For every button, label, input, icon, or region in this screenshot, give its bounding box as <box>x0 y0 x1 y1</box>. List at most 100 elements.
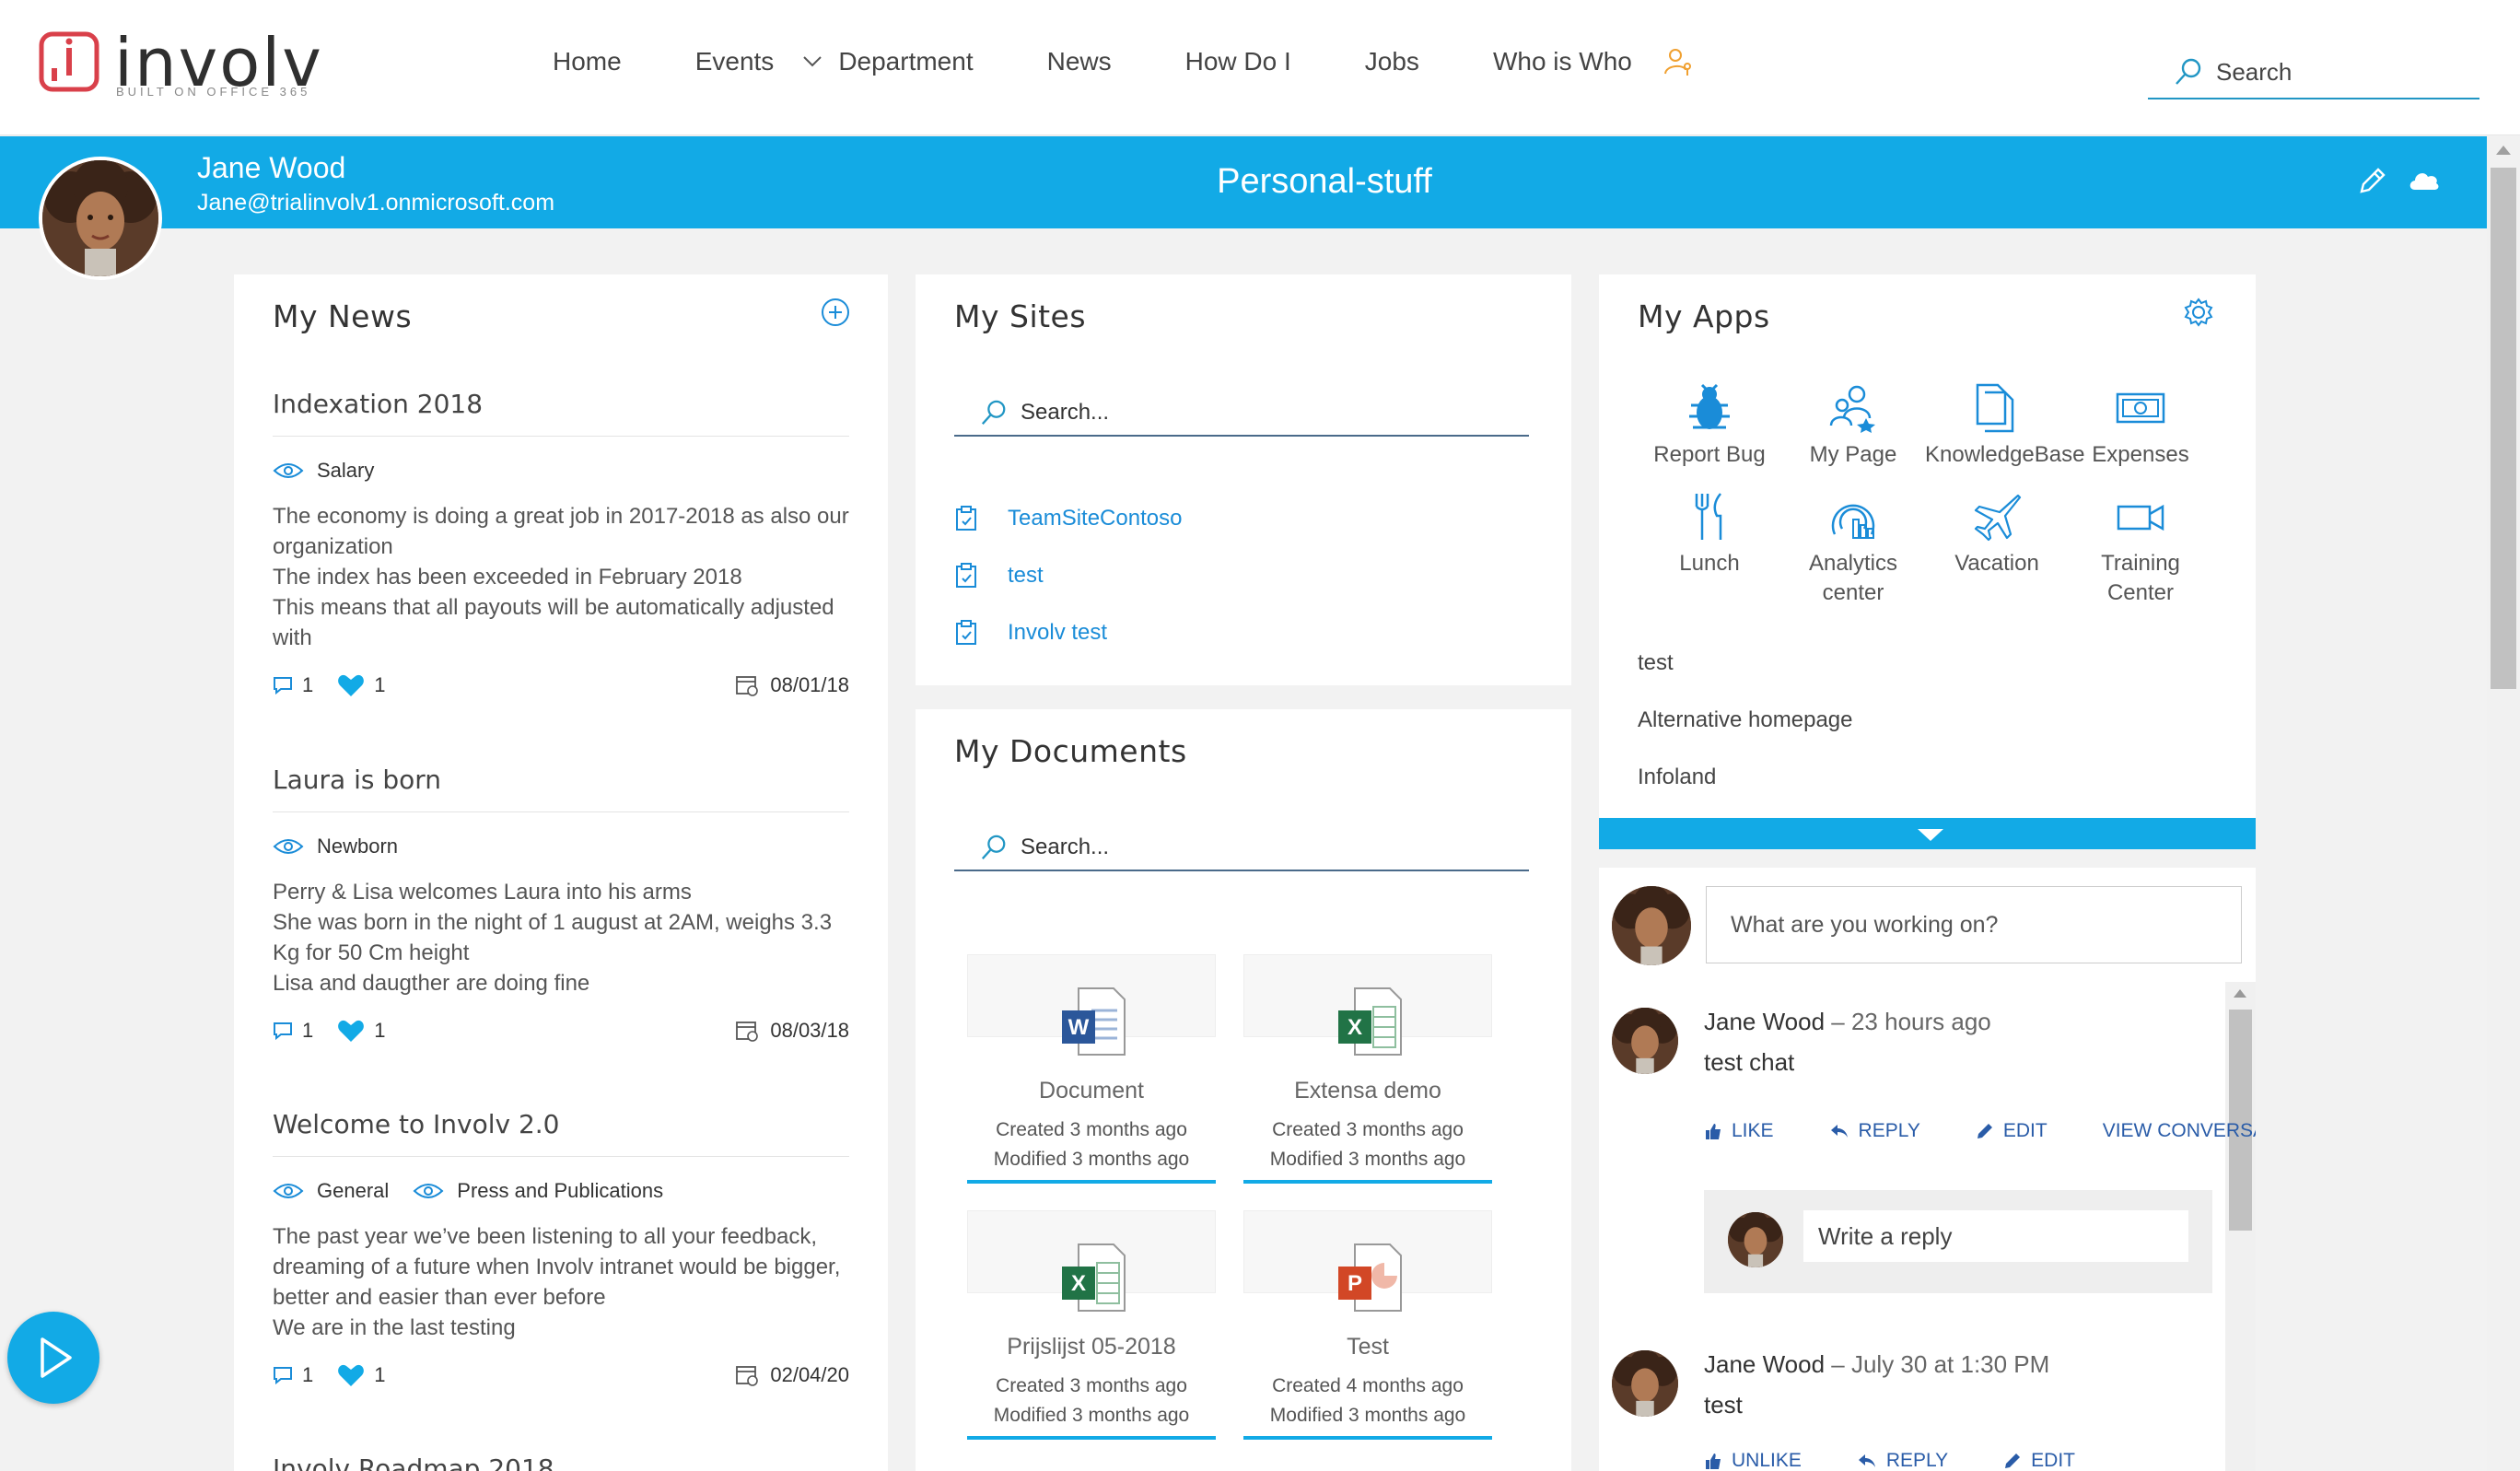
document-underline <box>967 1180 1216 1184</box>
post-header: Jane Wood – 23 hours ago <box>1704 1008 1991 1036</box>
edit-action[interactable]: EDIT <box>1976 1120 2075 1142</box>
heart-icon[interactable] <box>337 1019 365 1043</box>
document-thumbnail: X <box>1243 954 1492 1056</box>
app-label: Report Bug <box>1653 442 1766 467</box>
reply-action[interactable]: REPLY <box>1829 1120 1948 1142</box>
app-link-test[interactable]: test <box>1638 650 1674 676</box>
pencil-icon <box>2005 1453 2021 1468</box>
nav-home[interactable]: Home <box>553 47 622 76</box>
excel-file-icon: X <box>1338 987 1402 1056</box>
nav-events[interactable]: Events <box>695 47 775 76</box>
news-item[interactable]: Involv Roadmap 2018 <box>273 1453 849 1471</box>
composer-input[interactable]: What are you working on? <box>1706 886 2242 963</box>
app-link-infoland[interactable]: Infoland <box>1638 765 1716 790</box>
nav-who-is-who[interactable]: Who is Who <box>1493 46 1695 77</box>
cloud-icon[interactable] <box>2408 168 2441 193</box>
like-action[interactable]: LIKE <box>1704 1120 1802 1142</box>
document-info: Created 3 months ago Modified 3 months a… <box>967 1115 1216 1174</box>
bug-icon <box>1689 383 1730 429</box>
document-name: Extensa demo <box>1294 1078 1441 1103</box>
global-search-input[interactable] <box>2216 57 2474 87</box>
nav-news[interactable]: News <box>1047 47 1112 76</box>
news-title[interactable]: Involv Roadmap 2018 <box>273 1453 849 1471</box>
site-link[interactable]: Involv test <box>954 619 1107 647</box>
involv-logo[interactable]: involv BUILT ON OFFICE 365 <box>39 29 323 99</box>
play-tour-button[interactable] <box>7 1312 99 1404</box>
global-search[interactable] <box>2148 46 2479 99</box>
sites-search[interactable] <box>954 391 1529 437</box>
document-name: Test <box>1347 1334 1389 1360</box>
comment-icon[interactable] <box>273 676 293 695</box>
like-count: 1 <box>374 673 386 696</box>
scroll-up-arrow[interactable] <box>2496 146 2511 155</box>
post-author[interactable]: Jane Wood <box>1704 1008 1825 1035</box>
comment-icon[interactable] <box>273 1022 293 1040</box>
app-report-bug[interactable]: Report Bug <box>1638 383 1781 470</box>
document-info: Created 3 months ago Modified 3 months a… <box>1243 1115 1492 1174</box>
analytics-icon <box>1831 504 1875 539</box>
news-item[interactable]: Laura is born Newborn Perry & Lisa welco… <box>273 765 849 1043</box>
pencil-icon[interactable] <box>2356 166 2387 197</box>
news-item[interactable]: Welcome to Involv 2.0 General Press and … <box>273 1109 849 1387</box>
post-avatar[interactable] <box>1612 1008 1678 1074</box>
document-tile[interactable]: W Document Created 3 months ago Modified… <box>967 954 1216 1184</box>
sites-search-input[interactable] <box>1021 400 1518 426</box>
document-modified: Modified 3 months ago <box>1269 1405 1466 1426</box>
news-tag[interactable]: Press and Publications <box>413 1179 663 1203</box>
news-tag[interactable]: Salary <box>273 459 374 483</box>
search-icon <box>2176 58 2201 85</box>
document-tile[interactable]: P Test Created 4 months ago Modified 3 m… <box>1243 1210 1492 1440</box>
unlike-action[interactable]: UNLIKE <box>1704 1450 1829 1471</box>
feed-scrollbar[interactable] <box>2225 982 2256 1471</box>
heart-icon[interactable] <box>337 1363 365 1387</box>
app-link-alternative-homepage[interactable]: Alternative homepage <box>1638 707 1852 733</box>
calendar-icon <box>736 1366 759 1386</box>
gear-icon[interactable] <box>2183 297 2214 328</box>
news-tag-label: Salary <box>317 459 375 482</box>
heart-icon[interactable] <box>337 673 365 697</box>
app-vacation[interactable]: Vacation <box>1925 492 2069 578</box>
nav-how-do-i[interactable]: How Do I <box>1185 47 1291 76</box>
app-expenses[interactable]: Expenses <box>2069 383 2212 470</box>
news-title[interactable]: Indexation 2018 <box>273 389 849 437</box>
comment-icon[interactable] <box>273 1366 293 1384</box>
avatar-photo <box>1612 1350 1678 1417</box>
news-body-line: The index has been exceeded in February … <box>273 565 742 590</box>
nav-department[interactable]: Department <box>801 47 974 76</box>
comment-count: 1 <box>302 1363 314 1386</box>
post-author[interactable]: Jane Wood <box>1704 1350 1825 1378</box>
post-avatar[interactable] <box>1612 1350 1678 1417</box>
nav-jobs[interactable]: Jobs <box>1365 47 1419 76</box>
page-scrollbar[interactable] <box>2487 136 2520 1471</box>
avatar-photo <box>42 160 158 276</box>
news-tag[interactable]: Newborn <box>273 835 398 858</box>
site-link[interactable]: TeamSiteContoso <box>954 505 1182 532</box>
news-title[interactable]: Laura is born <box>273 765 849 812</box>
site-link[interactable]: test <box>954 562 1044 590</box>
app-analytics-center[interactable]: Analytics center <box>1781 492 1925 608</box>
reply-input[interactable]: Write a reply <box>1803 1210 2188 1262</box>
reply-action[interactable]: REPLY <box>1857 1450 1976 1471</box>
document-tile[interactable]: X Extensa demo Created 3 months ago Modi… <box>1243 954 1492 1184</box>
tag-eye-icon <box>273 1184 304 1198</box>
news-item[interactable]: Indexation 2018 Salary The economy is do… <box>273 389 849 697</box>
app-knowledgebase[interactable]: KnowledgeBase <box>1925 383 2084 470</box>
scroll-up-arrow[interactable] <box>2234 989 2246 998</box>
post-text: test <box>1704 1391 1743 1418</box>
documents-search-input[interactable] <box>1021 835 1518 860</box>
document-created: Created 3 months ago <box>996 1119 1187 1140</box>
page-scroll-thumb[interactable] <box>2491 168 2516 689</box>
app-my-page[interactable]: My Page <box>1781 383 1925 470</box>
app-lunch[interactable]: Lunch <box>1638 492 1781 578</box>
app-training-center[interactable]: Training Center <box>2069 492 2212 608</box>
add-circle-icon[interactable] <box>820 297 851 328</box>
document-tile[interactable]: X Prijslijst 05-2018 Created 3 months ag… <box>967 1210 1216 1440</box>
view-conversation-action[interactable]: VIEW CONVERSATION <box>2103 1120 2256 1142</box>
news-title[interactable]: Welcome to Involv 2.0 <box>273 1109 849 1157</box>
profile-avatar[interactable] <box>39 157 162 280</box>
documents-search[interactable] <box>954 825 1529 871</box>
reply-label: REPLY <box>1858 1120 1920 1141</box>
apps-expand-toggle[interactable] <box>1599 818 2256 849</box>
news-tag[interactable]: General <box>273 1179 389 1203</box>
edit-action[interactable]: EDIT <box>2003 1450 2103 1471</box>
